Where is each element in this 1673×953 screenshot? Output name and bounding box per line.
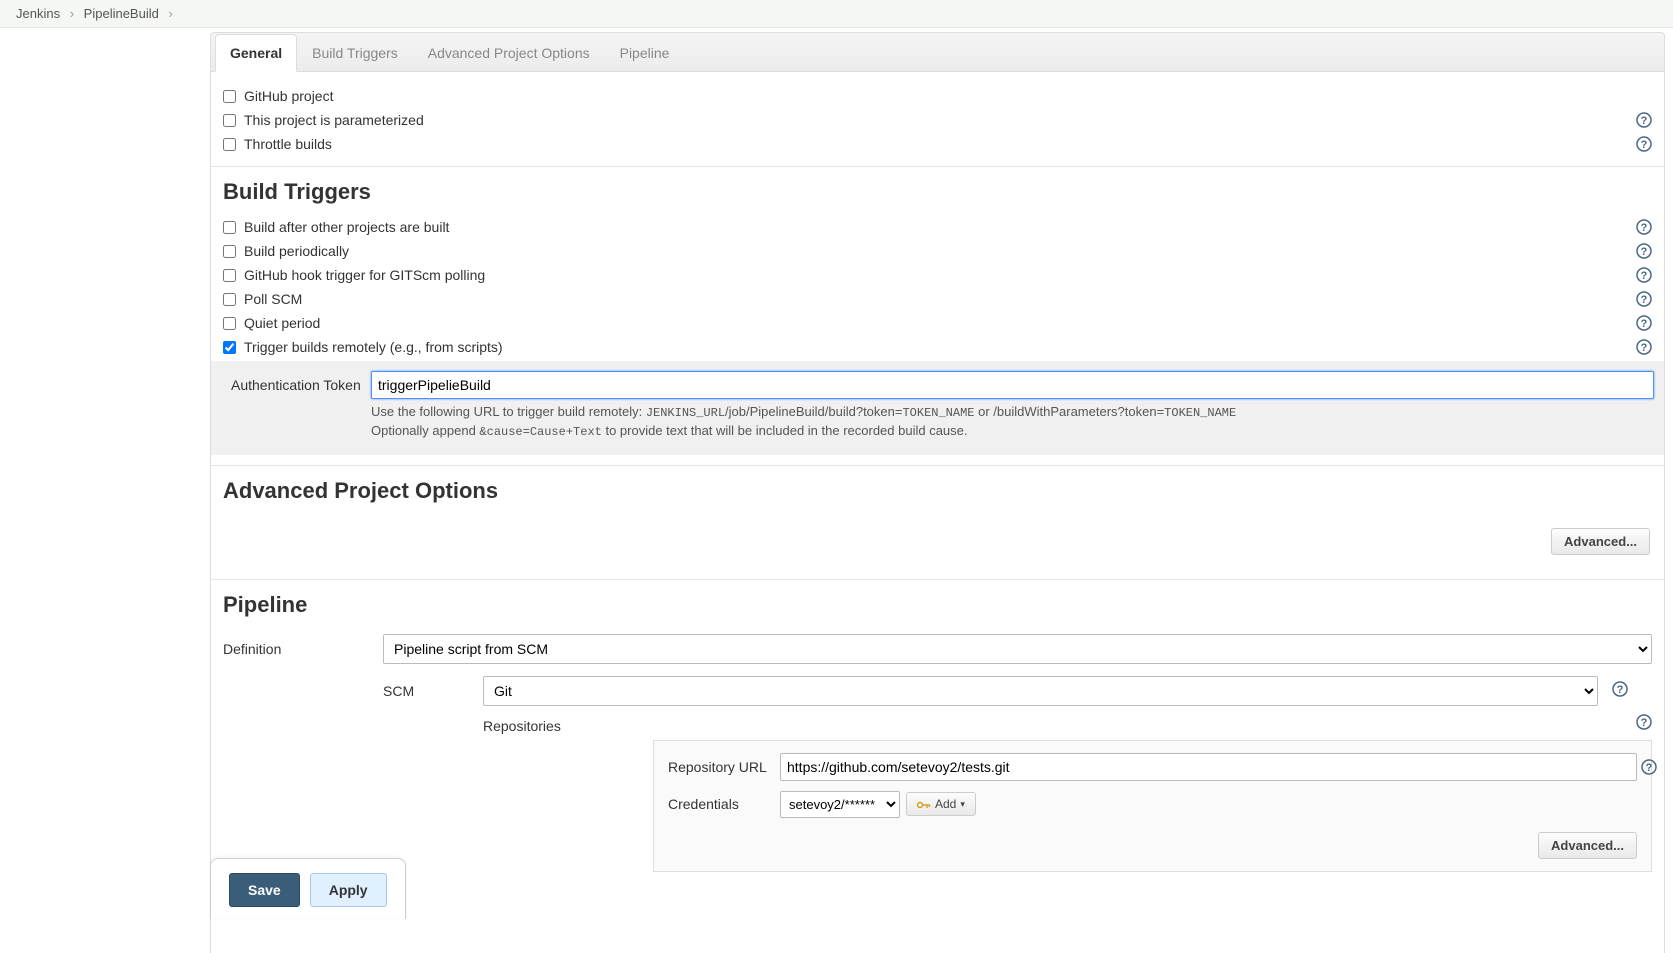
help-icon[interactable]: ? bbox=[1636, 714, 1652, 730]
add-button-label: Add bbox=[935, 797, 956, 811]
config-tabs: General Build Triggers Advanced Project … bbox=[210, 32, 1665, 72]
chevron-right-icon: › bbox=[70, 6, 74, 21]
credentials-label: Credentials bbox=[668, 796, 780, 812]
definition-label: Definition bbox=[223, 641, 383, 657]
build-after-other-label: Build after other projects are built bbox=[244, 219, 449, 235]
svg-text:?: ? bbox=[1641, 246, 1648, 258]
build-periodically-checkbox[interactable] bbox=[223, 245, 236, 258]
breadcrumb-job[interactable]: PipelineBuild bbox=[84, 6, 159, 21]
poll-scm-checkbox[interactable] bbox=[223, 293, 236, 306]
help-icon[interactable]: ? bbox=[1636, 315, 1652, 331]
svg-text:?: ? bbox=[1641, 139, 1648, 151]
repository-block: Repository URL ? Credentials setevoy2/**… bbox=[653, 740, 1652, 872]
poll-scm-label: Poll SCM bbox=[244, 291, 302, 307]
tab-general[interactable]: General bbox=[215, 34, 297, 72]
svg-text:?: ? bbox=[1646, 762, 1653, 774]
svg-text:?: ? bbox=[1641, 294, 1648, 306]
advanced-button[interactable]: Advanced... bbox=[1551, 528, 1650, 555]
key-icon bbox=[917, 799, 931, 809]
github-hook-checkbox[interactable] bbox=[223, 269, 236, 282]
trigger-remote-label: Trigger builds remotely (e.g., from scri… bbox=[244, 339, 503, 355]
svg-text:?: ? bbox=[1641, 115, 1648, 127]
dropdown-arrow-icon: ▾ bbox=[960, 799, 965, 810]
help-icon[interactable]: ? bbox=[1636, 112, 1652, 128]
scm-select[interactable]: Git bbox=[483, 676, 1598, 706]
breadcrumb-root[interactable]: Jenkins bbox=[16, 6, 60, 21]
chevron-right-icon: › bbox=[168, 6, 172, 21]
add-credentials-button[interactable]: Add ▾ bbox=[906, 792, 976, 816]
tab-build-triggers[interactable]: Build Triggers bbox=[297, 34, 413, 72]
auth-token-block: Authentication Token Use the following U… bbox=[211, 361, 1664, 455]
help-icon[interactable]: ? bbox=[1612, 681, 1628, 700]
help-icon[interactable]: ? bbox=[1641, 759, 1657, 778]
credentials-select[interactable]: setevoy2/****** bbox=[780, 791, 900, 818]
svg-text:?: ? bbox=[1641, 717, 1648, 729]
auth-token-input[interactable] bbox=[371, 371, 1654, 399]
trigger-remote-checkbox[interactable] bbox=[223, 341, 236, 354]
repo-url-label: Repository URL bbox=[668, 759, 780, 775]
repositories-label: Repositories bbox=[483, 718, 615, 734]
breadcrumb: Jenkins › PipelineBuild › bbox=[0, 0, 1673, 28]
parameterized-checkbox[interactable] bbox=[223, 114, 236, 127]
auth-token-label: Authentication Token bbox=[231, 371, 371, 393]
auth-token-hint: Use the following URL to trigger build r… bbox=[371, 403, 1654, 441]
help-icon[interactable]: ? bbox=[1636, 243, 1652, 259]
quiet-period-label: Quiet period bbox=[244, 315, 320, 331]
github-project-checkbox[interactable] bbox=[223, 90, 236, 103]
definition-select[interactable]: Pipeline script from SCM bbox=[383, 634, 1652, 664]
repo-advanced-button[interactable]: Advanced... bbox=[1538, 832, 1637, 859]
quiet-period-checkbox[interactable] bbox=[223, 317, 236, 330]
throttle-checkbox[interactable] bbox=[223, 138, 236, 151]
bottom-action-bar: Save Apply bbox=[210, 858, 406, 919]
section-pipeline: Pipeline bbox=[223, 586, 1652, 628]
scm-label: SCM bbox=[383, 683, 483, 699]
github-project-label: GitHub project bbox=[244, 88, 333, 104]
sidebar-placeholder bbox=[0, 28, 210, 953]
help-icon[interactable]: ? bbox=[1636, 291, 1652, 307]
section-build-triggers: Build Triggers bbox=[223, 173, 1652, 215]
build-periodically-label: Build periodically bbox=[244, 243, 349, 259]
tab-advanced-project-options[interactable]: Advanced Project Options bbox=[413, 34, 605, 72]
parameterized-label: This project is parameterized bbox=[244, 112, 424, 128]
help-icon[interactable]: ? bbox=[1636, 267, 1652, 283]
github-hook-label: GitHub hook trigger for GITScm polling bbox=[244, 267, 485, 283]
svg-text:?: ? bbox=[1641, 270, 1648, 282]
help-icon[interactable]: ? bbox=[1636, 219, 1652, 235]
svg-text:?: ? bbox=[1617, 684, 1624, 696]
svg-text:?: ? bbox=[1641, 222, 1648, 234]
section-advanced-options: Advanced Project Options bbox=[223, 472, 1652, 514]
tab-pipeline[interactable]: Pipeline bbox=[605, 34, 685, 72]
help-icon[interactable]: ? bbox=[1636, 136, 1652, 152]
build-after-other-checkbox[interactable] bbox=[223, 221, 236, 234]
save-button[interactable]: Save bbox=[229, 873, 300, 907]
apply-button[interactable]: Apply bbox=[310, 873, 387, 907]
svg-text:?: ? bbox=[1641, 318, 1648, 330]
repo-url-input[interactable] bbox=[780, 753, 1637, 781]
svg-text:?: ? bbox=[1641, 342, 1648, 354]
help-icon[interactable]: ? bbox=[1636, 339, 1652, 355]
throttle-label: Throttle builds bbox=[244, 136, 332, 152]
